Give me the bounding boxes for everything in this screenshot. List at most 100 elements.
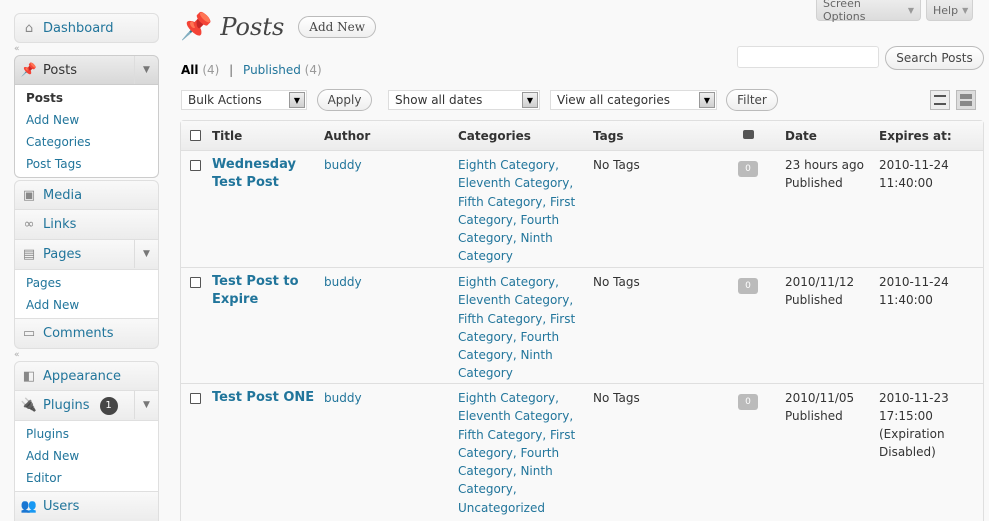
column-date[interactable]: Date bbox=[785, 129, 817, 143]
menu-users[interactable]: 👥 Users bbox=[14, 492, 159, 521]
menu-plugins[interactable]: 🔌 Plugins 1 ▼ bbox=[14, 391, 159, 421]
comment-count-bubble[interactable]: 0 bbox=[738, 161, 758, 177]
screen-options-button[interactable]: Screen Options ▼ bbox=[816, 0, 921, 23]
post-status: Published bbox=[785, 293, 843, 307]
chevron-down-icon: ▼ bbox=[699, 92, 715, 108]
dates-select[interactable]: Show all dates ▼ bbox=[388, 90, 540, 110]
page-heading: 📌 Posts Add New bbox=[180, 12, 376, 42]
submenu-item-plugins[interactable]: Plugins bbox=[15, 423, 158, 445]
menu-posts[interactable]: 📌 Posts ▼ bbox=[14, 55, 159, 85]
post-status: Published bbox=[785, 176, 843, 190]
post-categories[interactable]: Eighth Category, Eleventh Category, Fift… bbox=[458, 156, 586, 266]
column-author[interactable]: Author bbox=[324, 129, 370, 143]
filter-all[interactable]: All bbox=[181, 63, 199, 77]
post-date: 2010/11/05 Published bbox=[785, 389, 854, 425]
post-categories[interactable]: Eighth Category, Eleventh Category, Fift… bbox=[458, 273, 586, 383]
comment-count-bubble[interactable]: 0 bbox=[738, 278, 758, 294]
row-checkbox[interactable] bbox=[190, 160, 201, 171]
column-tags[interactable]: Tags bbox=[593, 129, 623, 143]
pages-submenu: Pages Add New bbox=[14, 270, 159, 319]
search-input[interactable] bbox=[737, 46, 879, 68]
users-icon: 👥 bbox=[20, 499, 38, 514]
chevron-down-icon[interactable]: ▼ bbox=[134, 240, 158, 268]
post-author-link[interactable]: buddy bbox=[324, 156, 362, 174]
column-title[interactable]: Title bbox=[212, 129, 242, 143]
menu-separator[interactable]: « bbox=[14, 349, 159, 361]
table-row: Test Post ONE buddy Eighth Category, Ele… bbox=[181, 384, 983, 521]
bulk-actions-select[interactable]: Bulk Actions ▼ bbox=[181, 90, 307, 110]
excerpt-view-icon[interactable] bbox=[956, 90, 976, 110]
comment-bubble-icon[interactable] bbox=[743, 130, 754, 139]
submenu-item-pages[interactable]: Pages bbox=[15, 272, 158, 294]
submenu-item-add-new[interactable]: Add New bbox=[15, 294, 158, 316]
chevron-down-icon[interactable]: ▼ bbox=[134, 56, 158, 84]
help-button[interactable]: Help ▼ bbox=[926, 0, 973, 21]
select-all-checkbox[interactable] bbox=[190, 130, 201, 141]
post-date-value: 2010/11/05 bbox=[785, 391, 855, 405]
table-row: Test Post to Expire buddy Eighth Categor… bbox=[181, 268, 983, 384]
pushpin-icon: 📌 bbox=[180, 12, 213, 42]
menu-media-label: Media bbox=[43, 187, 83, 203]
post-author-link[interactable]: buddy bbox=[324, 273, 362, 291]
menu-comments[interactable]: ▭ Comments bbox=[14, 319, 159, 349]
bulk-actions-value: Bulk Actions bbox=[188, 93, 262, 107]
menu-links-label: Links bbox=[43, 217, 77, 232]
column-categories[interactable]: Categories bbox=[458, 129, 531, 143]
submenu-item-categories[interactable]: Categories bbox=[15, 131, 158, 153]
chevron-down-icon: ▼ bbox=[907, 5, 914, 15]
add-new-button[interactable]: Add New bbox=[298, 16, 376, 38]
chevron-down-icon[interactable]: ▼ bbox=[134, 391, 158, 419]
menu-dashboard[interactable]: ⌂ Dashboard bbox=[14, 13, 159, 43]
row-checkbox[interactable] bbox=[190, 393, 201, 404]
appearance-icon: ◧ bbox=[22, 368, 36, 384]
submenu-item-posts[interactable]: Posts bbox=[15, 87, 158, 109]
filter-published[interactable]: Published bbox=[243, 63, 301, 77]
categories-select[interactable]: View all categories ▼ bbox=[550, 90, 717, 110]
menu-dashboard-label: Dashboard bbox=[43, 20, 114, 36]
help-label: Help bbox=[933, 3, 959, 17]
comment-icon: ▭ bbox=[22, 326, 36, 341]
chevron-down-icon: ▼ bbox=[522, 92, 538, 108]
column-expires[interactable]: Expires at: bbox=[879, 129, 952, 143]
filter-button[interactable]: Filter bbox=[726, 89, 778, 111]
post-date: 2010/11/12 Published bbox=[785, 273, 854, 309]
apply-button[interactable]: Apply bbox=[317, 89, 372, 111]
submenu-item-editor[interactable]: Editor bbox=[15, 467, 158, 489]
post-tags: No Tags bbox=[593, 158, 640, 172]
status-filters: All (4) | Published (4) bbox=[181, 63, 322, 77]
posts-submenu: Posts Add New Categories Post Tags bbox=[14, 85, 159, 178]
search-posts-button[interactable]: Search Posts bbox=[885, 46, 984, 70]
menu-appearance-label: Appearance bbox=[43, 368, 122, 384]
menu-pages[interactable]: ▤ Pages ▼ bbox=[14, 240, 159, 270]
plug-icon: 🔌 bbox=[20, 398, 38, 413]
update-count-badge: 1 bbox=[99, 396, 118, 415]
categories-value: View all categories bbox=[557, 93, 671, 107]
submenu-item-add-new[interactable]: Add New bbox=[15, 445, 158, 467]
menu-media[interactable]: ▣ Media bbox=[14, 180, 159, 210]
home-icon: ⌂ bbox=[24, 20, 34, 36]
post-author-link[interactable]: buddy bbox=[324, 389, 362, 407]
post-categories[interactable]: Eighth Category, Eleventh Category, Fift… bbox=[458, 389, 586, 517]
post-expires: 2010-11-24 11:40:00 bbox=[879, 275, 949, 307]
comment-count-bubble[interactable]: 0 bbox=[738, 394, 758, 410]
menu-plugins-label: Plugins bbox=[43, 398, 90, 413]
table-header: Title Author Categories Tags Date Expire… bbox=[181, 121, 983, 151]
submenu-item-post-tags[interactable]: Post Tags bbox=[15, 153, 158, 175]
post-expires: 2010-11-23 17:15:00 (Expiration Disabled… bbox=[879, 391, 949, 459]
menu-links[interactable]: ∞ Links bbox=[14, 210, 159, 240]
link-icon: ∞ bbox=[23, 217, 35, 232]
menu-separator[interactable]: « bbox=[14, 43, 159, 55]
filter-separator: | bbox=[229, 63, 234, 77]
row-checkbox[interactable] bbox=[190, 277, 201, 288]
post-title-link[interactable]: Test Post ONE bbox=[212, 389, 322, 407]
dates-value: Show all dates bbox=[395, 93, 483, 107]
menu-comments-label: Comments bbox=[43, 326, 114, 341]
menu-appearance[interactable]: ◧ Appearance bbox=[14, 361, 159, 391]
post-title-link[interactable]: Wednesday Test Post bbox=[212, 156, 312, 192]
submenu-item-add-new[interactable]: Add New bbox=[15, 109, 158, 131]
post-tags: No Tags bbox=[593, 275, 640, 289]
list-view-icon[interactable] bbox=[930, 90, 950, 110]
post-title-link[interactable]: Test Post to Expire bbox=[212, 273, 312, 309]
post-expires: 2010-11-24 11:40:00 bbox=[879, 158, 949, 190]
menu-pages-label: Pages bbox=[43, 247, 82, 262]
